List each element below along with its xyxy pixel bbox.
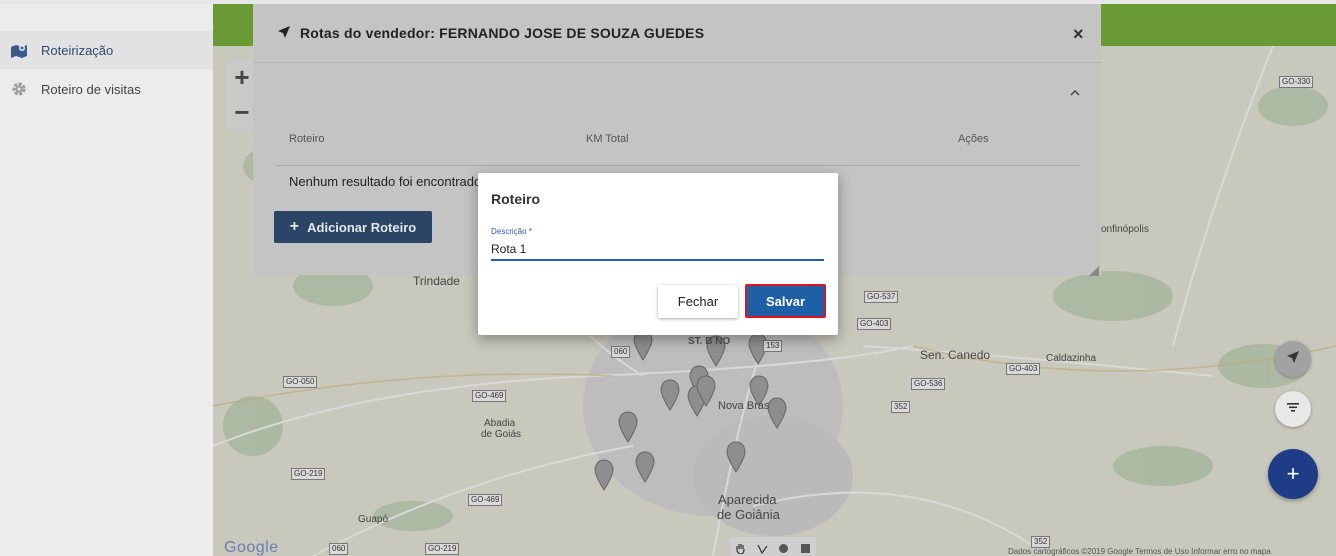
navigation-arrow-icon [277,25,291,44]
column-header-acoes: Ações [958,133,989,145]
dialog-title: Roteiro [491,191,540,207]
polyline-icon[interactable] [757,541,768,555]
resize-handle-icon[interactable] [1089,263,1099,281]
map-place-label: Aparecida [718,492,777,507]
road-tag: 153 [763,340,783,352]
plus-icon: + [289,218,300,235]
navigate-button[interactable] [1275,341,1311,377]
map-place-label: ST. B NO [688,336,731,347]
sidebar-item-roteirizacao[interactable]: Roteirização [0,31,213,69]
empty-table-message: Nenhum resultado foi encontrado [289,174,482,189]
map-attribution: Dados cartográficos ©2019 Google Termos … [1008,547,1271,556]
route-marker [618,411,638,443]
modal-title: Rotas do vendedor: FERNANDO JOSE DE SOUZ… [300,25,705,41]
description-input[interactable] [491,239,824,261]
map-marker-icon [10,41,28,59]
road-tag: GO-050 [283,376,318,388]
road-tag: GO-469 [472,390,507,402]
filter-button[interactable] [1275,391,1311,427]
save-button[interactable]: Salvar [745,284,826,318]
road-tag: 060 [329,543,349,555]
sidebar-item-label: Roteiro de visitas [41,81,141,97]
route-marker [635,451,655,483]
road-tag: GO-536 [911,378,946,390]
road-tag: GO-403 [857,318,892,330]
map-place-label: Sen. Canedo [920,348,991,362]
filter-icon [1286,400,1300,418]
close-button[interactable]: Fechar [658,285,738,318]
google-logo: Google [224,539,279,556]
gear-icon [10,80,28,98]
map-place-label: de Goiás [481,429,522,440]
sidebar-item-roteiro-de-visitas[interactable]: Roteiro de visitas [0,70,213,108]
sidebar: Roteirização Roteiro de visitas [0,4,213,556]
road-tag: GO-219 [425,543,460,555]
map-place-label: Abadia [484,418,516,429]
table-divider [275,165,1079,166]
sidebar-item-label: Roteirização [41,42,114,58]
route-dialog: Roteiro Descrição * Fechar Salvar [478,173,838,335]
close-icon[interactable]: × [1073,24,1084,45]
road-tag: GO-469 [468,494,503,506]
circle-icon[interactable] [778,541,789,553]
map-place-label: onfinópolis [1101,224,1149,235]
map-place-label: Guapó [358,514,389,525]
route-marker [660,379,680,411]
route-marker [594,459,614,491]
map-place-label: Nova Bras [718,400,770,412]
hand-icon[interactable] [735,541,746,555]
road-tag: GO-219 [291,468,326,480]
chevron-up-icon[interactable] [1070,84,1080,102]
route-marker [767,397,787,429]
road-tag: GO-403 [1006,363,1041,375]
add-fab-button[interactable]: + [1268,449,1318,499]
route-marker [726,441,746,473]
road-tag: 060 [611,346,631,358]
road-tag: GO-330 [1279,76,1314,88]
description-label: Descrição * [491,227,532,236]
column-header-km-total: KM Total [586,133,629,145]
add-route-label: Adicionar Roteiro [307,219,417,235]
column-header-roteiro: Roteiro [289,133,325,145]
add-route-button[interactable]: + Adicionar Roteiro [274,211,432,243]
map-place-label: de Goiânia [717,507,780,522]
rectangle-icon[interactable] [800,541,811,553]
navigation-arrow-icon [1286,350,1300,369]
map-drawing-toolbar [730,537,816,556]
divider [253,62,1101,63]
road-tag: 352 [891,401,911,413]
map-place-label: Trindade [413,274,460,288]
map-place-label: Caldazinha [1046,353,1097,364]
road-tag: GO-537 [864,291,899,303]
